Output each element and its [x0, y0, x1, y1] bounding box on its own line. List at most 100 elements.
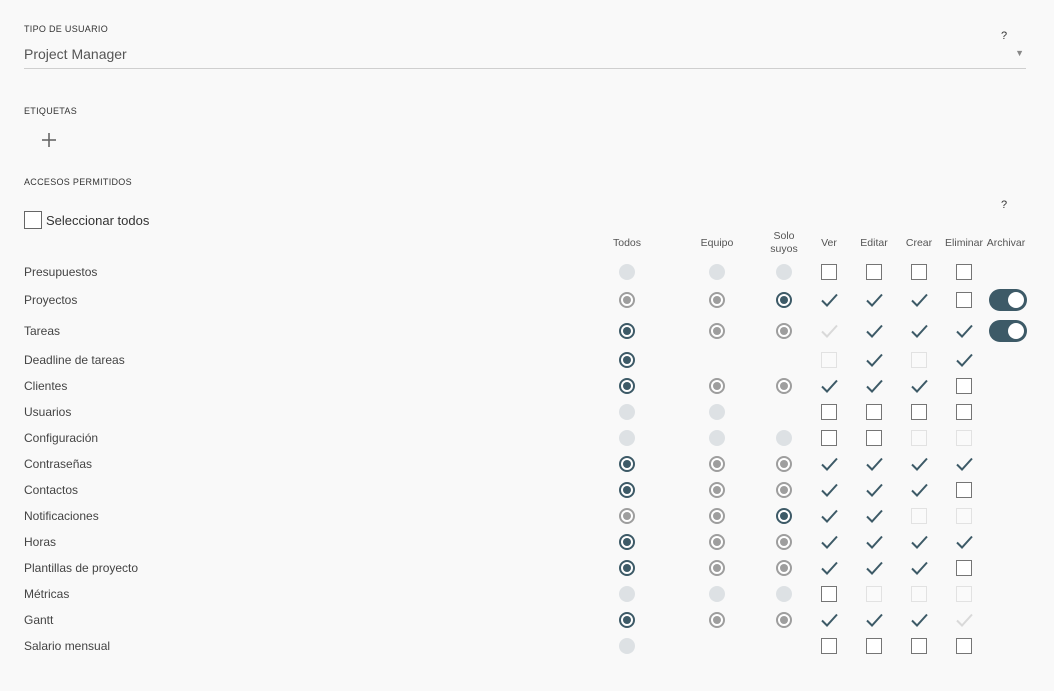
checkbox-crear-contactos[interactable]	[911, 482, 928, 498]
checkbox-crear-presupuestos[interactable]	[911, 264, 927, 280]
checkbox-crear-proyectos[interactable]	[911, 292, 928, 308]
radio-todos-deadline-de-tareas[interactable]	[619, 352, 635, 368]
user-type-select[interactable]: Project Manager ▼	[24, 44, 1026, 69]
checkbox-ver-clientes[interactable]	[821, 378, 838, 394]
checkbox-editar-usuarios[interactable]	[866, 404, 882, 420]
toggle-knob	[1008, 292, 1024, 308]
checkbox-eliminar-deadline-de-tareas[interactable]	[956, 352, 973, 368]
checkbox-eliminar-contactos[interactable]	[956, 482, 972, 498]
radio-solo-suyos-notificaciones[interactable]	[776, 508, 792, 524]
checkbox-ver-usuarios[interactable]	[821, 404, 837, 420]
checkbox-crear-horas[interactable]	[911, 534, 928, 550]
checkbox-eliminar-horas[interactable]	[956, 534, 973, 550]
checkbox-crear-configuracion	[911, 430, 927, 446]
radio-equipo-clientes[interactable]	[709, 378, 725, 394]
radio-solo-suyos-gantt[interactable]	[776, 612, 792, 628]
checkbox-ver-plantillas-de-proyecto[interactable]	[821, 560, 838, 576]
radio-solo-suyos-tareas[interactable]	[776, 323, 792, 339]
radio-todos-notificaciones[interactable]	[619, 508, 635, 524]
checkbox-editar-notificaciones[interactable]	[866, 508, 883, 524]
row-label-tareas: Tareas	[24, 324, 61, 338]
checkbox-ver-contrasenas[interactable]	[821, 456, 838, 472]
checkbox-eliminar-contrasenas[interactable]	[956, 456, 973, 472]
checkbox-editar-plantillas-de-proyecto[interactable]	[866, 560, 883, 576]
checkbox-eliminar-plantillas-de-proyecto[interactable]	[956, 560, 972, 576]
checkbox-eliminar-clientes[interactable]	[956, 378, 972, 394]
radio-solo-suyos-contrasenas[interactable]	[776, 456, 792, 472]
checkbox-editar-proyectos[interactable]	[866, 292, 883, 308]
radio-todos-tareas[interactable]	[619, 323, 635, 339]
select-all-box[interactable]	[24, 211, 42, 229]
radio-equipo-contactos[interactable]	[709, 482, 725, 498]
radio-equipo-gantt[interactable]	[709, 612, 725, 628]
checkbox-editar-horas[interactable]	[866, 534, 883, 550]
checkbox-editar-gantt[interactable]	[866, 612, 883, 628]
row-label-notificaciones: Notificaciones	[24, 509, 99, 523]
radio-todos-contrasenas[interactable]	[619, 456, 635, 472]
radio-todos-usuarios	[619, 404, 635, 420]
radio-solo-suyos-plantillas-de-proyecto[interactable]	[776, 560, 792, 576]
col-header-eliminar: Eliminar	[945, 237, 983, 249]
checkbox-ver-contactos[interactable]	[821, 482, 838, 498]
radio-solo-suyos-configuracion	[776, 430, 792, 446]
radio-equipo-plantillas-de-proyecto[interactable]	[709, 560, 725, 576]
radio-equipo-notificaciones[interactable]	[709, 508, 725, 524]
checkbox-ver-salario-mensual[interactable]	[821, 638, 837, 654]
access-label: ACCESOS PERMITIDOS	[24, 177, 132, 187]
toggle-archivar-proyectos[interactable]	[989, 289, 1027, 311]
checkbox-ver-gantt[interactable]	[821, 612, 838, 628]
row-label-deadline-de-tareas: Deadline de tareas	[24, 353, 125, 367]
radio-equipo-horas[interactable]	[709, 534, 725, 550]
checkbox-ver-metricas[interactable]	[821, 586, 837, 602]
checkbox-eliminar-proyectos[interactable]	[956, 292, 972, 308]
checkbox-crear-contrasenas[interactable]	[911, 456, 928, 472]
checkbox-crear-notificaciones	[911, 508, 927, 524]
checkbox-eliminar-tareas[interactable]	[956, 323, 973, 339]
access-help-icon[interactable]: ?	[1001, 199, 1007, 211]
radio-solo-suyos-horas[interactable]	[776, 534, 792, 550]
checkbox-crear-salario-mensual[interactable]	[911, 638, 927, 654]
checkbox-crear-tareas[interactable]	[911, 323, 928, 339]
select-all-checkbox[interactable]: Seleccionar todos	[24, 210, 149, 230]
checkbox-editar-salario-mensual[interactable]	[866, 638, 882, 654]
toggle-archivar-tareas[interactable]	[989, 320, 1027, 342]
add-tag-button[interactable]	[37, 128, 61, 152]
checkbox-crear-gantt[interactable]	[911, 612, 928, 628]
radio-equipo-contrasenas[interactable]	[709, 456, 725, 472]
radio-solo-suyos-contactos[interactable]	[776, 482, 792, 498]
radio-todos-horas[interactable]	[619, 534, 635, 550]
checkbox-ver-notificaciones[interactable]	[821, 508, 838, 524]
user-type-help-icon[interactable]: ?	[1001, 30, 1007, 42]
checkbox-editar-deadline-de-tareas[interactable]	[866, 352, 883, 368]
checkbox-crear-clientes[interactable]	[911, 378, 928, 394]
checkbox-eliminar-presupuestos[interactable]	[956, 264, 972, 280]
radio-todos-contactos[interactable]	[619, 482, 635, 498]
checkbox-editar-tareas[interactable]	[866, 323, 883, 339]
row-label-clientes: Clientes	[24, 379, 68, 393]
checkbox-ver-configuracion[interactable]	[821, 430, 837, 446]
radio-todos-clientes[interactable]	[619, 378, 635, 394]
checkbox-editar-contactos[interactable]	[866, 482, 883, 498]
checkbox-ver-presupuestos[interactable]	[821, 264, 837, 280]
checkbox-editar-contrasenas[interactable]	[866, 456, 883, 472]
checkbox-ver-horas[interactable]	[821, 534, 838, 550]
plus-icon	[42, 133, 56, 147]
checkbox-crear-usuarios[interactable]	[911, 404, 927, 420]
radio-equipo-proyectos[interactable]	[709, 292, 725, 308]
checkbox-eliminar-salario-mensual[interactable]	[956, 638, 972, 654]
radio-solo-suyos-proyectos[interactable]	[776, 292, 792, 308]
checkbox-crear-plantillas-de-proyecto[interactable]	[911, 560, 928, 576]
checkbox-eliminar-usuarios[interactable]	[956, 404, 972, 420]
col-header-equipo: Equipo	[700, 237, 734, 249]
checkbox-editar-configuracion[interactable]	[866, 430, 882, 446]
checkbox-ver-proyectos[interactable]	[821, 292, 838, 308]
checkbox-editar-clientes[interactable]	[866, 378, 883, 394]
radio-todos-gantt[interactable]	[619, 612, 635, 628]
checkbox-editar-presupuestos[interactable]	[866, 264, 882, 280]
radio-todos-plantillas-de-proyecto[interactable]	[619, 560, 635, 576]
radio-solo-suyos-clientes[interactable]	[776, 378, 792, 394]
row-label-presupuestos: Presupuestos	[24, 265, 98, 279]
row-label-usuarios: Usuarios	[24, 405, 72, 419]
radio-todos-proyectos[interactable]	[619, 292, 635, 308]
radio-equipo-tareas[interactable]	[709, 323, 725, 339]
